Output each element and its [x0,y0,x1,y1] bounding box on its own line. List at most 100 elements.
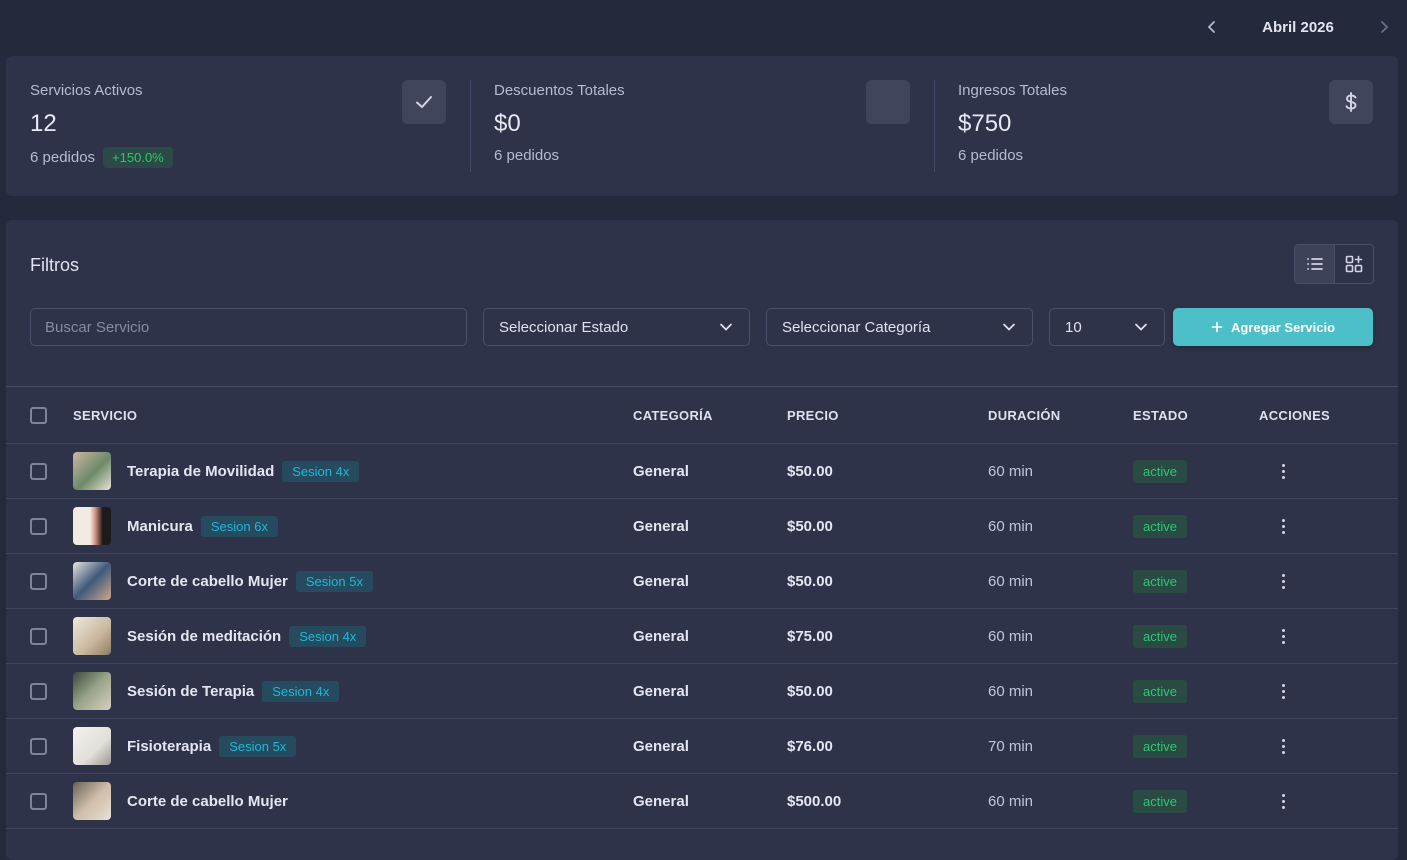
price-cell: $500.00 [787,792,842,810]
chevron-down-icon [1003,323,1015,331]
actions-cell [1259,514,1293,538]
service-name[interactable]: Corte de cabello Mujer [127,793,288,810]
stat-orders: 6 pedidos [958,147,1024,164]
status-cell: active [1133,679,1187,703]
col-actions: ACCIONES [1259,407,1331,423]
more-vertical-icon[interactable] [1273,734,1293,758]
col-duration[interactable]: DURACIÓN [988,408,1060,423]
status-select[interactable]: Seleccionar Estado [483,308,750,346]
table-row[interactable]: Sesión de Terapia Sesion 4x General $50.… [6,664,1398,719]
table-row[interactable]: Sesión de meditación Sesion 4x General $… [6,609,1398,664]
more-vertical-icon[interactable] [1273,459,1293,483]
actions-cell [1259,789,1293,813]
price-cell: $75.00 [787,627,833,645]
service-cell: Corte de cabello Mujer [73,782,288,820]
search-input[interactable] [30,308,467,346]
col-service[interactable]: SERVICIO [73,408,137,423]
grid-view-icon[interactable] [1334,245,1373,283]
services-panel: Filtros Seleccionar Estado Seleccionar C… [6,220,1398,860]
table-header: SERVICIO CATEGORÍA PRECIO DURACIÓN ESTAD… [6,387,1398,444]
list-view-icon[interactable] [1295,245,1334,283]
service-name[interactable]: Sesión de Terapia [127,683,254,700]
actions-cell [1259,734,1293,758]
actions-cell [1259,569,1293,593]
chevron-right-icon[interactable] [1373,16,1395,38]
status-select-label: Seleccionar Estado [499,318,629,336]
row-select-cell [30,462,47,480]
services-table: SERVICIO CATEGORÍA PRECIO DURACIÓN ESTAD… [6,386,1398,829]
growth-badge: +150.0% [103,147,173,168]
chevron-left-icon[interactable] [1201,16,1223,38]
col-price[interactable]: PRECIO [787,408,839,423]
page-size-value: 10 [1065,318,1082,336]
stat-subtitle: 6 pedidos [958,147,1374,164]
plus-icon [1211,321,1223,333]
service-thumbnail [73,562,111,600]
service-name[interactable]: Sesión de meditación [127,628,281,645]
more-vertical-icon[interactable] [1273,679,1293,703]
stat-title: Servicios Activos [30,82,143,99]
more-vertical-icon[interactable] [1273,514,1293,538]
row-checkbox[interactable] [30,572,47,590]
stat-value: $750 [958,110,1012,137]
row-checkbox[interactable] [30,792,47,810]
table-row[interactable]: Manicura Sesion 6x General $50.00 60 min… [6,499,1398,554]
category-select-label: Seleccionar Categoría [782,318,931,336]
category-select[interactable]: Seleccionar Categoría [766,308,1033,346]
row-select-cell [30,682,47,700]
table-row[interactable]: Corte de cabello Mujer Sesion 5x General… [6,554,1398,609]
service-name[interactable]: Terapia de Movilidad [127,463,274,480]
table-row[interactable]: Fisioterapia Sesion 5x General $76.00 70… [6,719,1398,774]
page-size-select[interactable]: 10 [1049,308,1165,346]
filters-title: Filtros [30,255,79,275]
session-badge: Sesion 5x [219,735,297,757]
status-badge: active [1133,514,1187,538]
more-vertical-icon[interactable] [1273,624,1293,648]
view-toggle [1294,244,1374,284]
row-select-cell [30,517,47,535]
service-cell: Sesión de meditación Sesion 4x [73,617,367,655]
session-badge: Sesion 6x [200,515,278,537]
table-row[interactable]: Terapia de Movilidad Sesion 4x General $… [6,444,1398,499]
add-service-button[interactable]: Agregar Servicio [1173,308,1373,346]
table-row[interactable]: Corte de cabello Mujer General $500.00 6… [6,774,1398,829]
row-checkbox[interactable] [30,682,47,700]
service-cell: Corte de cabello Mujer Sesion 5x [73,562,373,600]
status-cell: active [1133,789,1187,813]
service-thumbnail [73,617,111,655]
service-name[interactable]: Manicura [127,518,193,535]
stat-subtitle: 6 pedidos +150.0% [30,147,446,168]
price-cell: $50.00 [787,462,833,480]
service-cell: Terapia de Movilidad Sesion 4x [73,452,360,490]
stat-total-discounts: Descuentos Totales $0 6 pedidos [470,56,934,196]
service-name[interactable]: Corte de cabello Mujer [127,573,288,590]
select-all-checkbox[interactable] [30,406,47,424]
row-checkbox[interactable] [30,462,47,480]
row-checkbox[interactable] [30,517,47,535]
status-cell: active [1133,459,1187,483]
row-select-cell [30,737,47,755]
service-thumbnail [73,727,111,765]
col-category[interactable]: CATEGORÍA [633,408,713,423]
duration-cell: 60 min [988,462,1034,480]
actions-cell [1259,624,1293,648]
table-body: Terapia de Movilidad Sesion 4x General $… [6,444,1398,829]
duration-cell: 60 min [988,682,1034,700]
col-status[interactable]: ESTADO [1133,408,1188,423]
service-name[interactable]: Fisioterapia [127,738,211,755]
more-vertical-icon[interactable] [1273,569,1293,593]
row-checkbox[interactable] [30,737,47,755]
more-vertical-icon[interactable] [1273,789,1293,813]
service-thumbnail [73,672,111,710]
row-checkbox[interactable] [30,627,47,645]
top-bar: Abril 2026 [0,0,1407,56]
add-service-label: Agregar Servicio [1230,319,1336,335]
price-cell: $76.00 [787,737,833,755]
session-badge: Sesion 4x [282,460,360,482]
duration-cell: 60 min [988,517,1034,535]
service-thumbnail [73,782,111,820]
month-navigator: Abril 2026 [1201,16,1395,38]
category-cell: General [633,792,689,810]
row-select-cell [30,792,47,810]
session-badge: Sesion 4x [262,680,340,702]
